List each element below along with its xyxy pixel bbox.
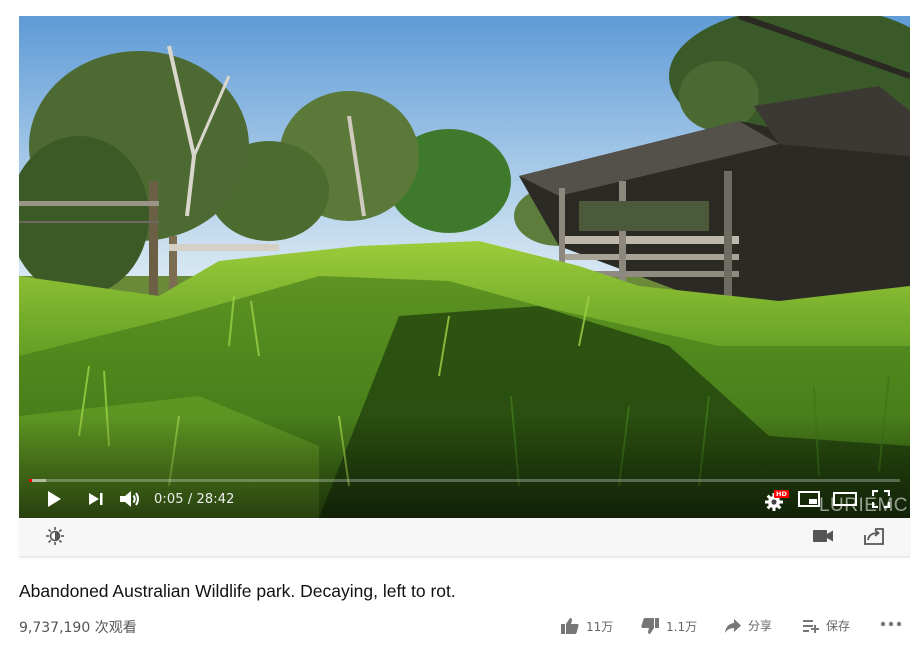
save-label: 保存 (826, 619, 851, 633)
player-toolbar (19, 518, 910, 557)
next-icon (88, 492, 104, 511)
volume-button[interactable] (118, 490, 142, 512)
play-button[interactable] (43, 490, 65, 512)
progress-bar[interactable] (29, 479, 900, 482)
video-camera-icon (812, 529, 834, 548)
more-actions-button[interactable] (880, 621, 902, 627)
share-arrow-icon (724, 618, 742, 634)
share-label: 分享 (748, 619, 773, 633)
dislike-count: 1.1万 (666, 619, 698, 634)
more-icon (880, 621, 902, 627)
duration: 28:42 (196, 492, 235, 507)
playlist-add-icon (802, 618, 820, 634)
time-display: 0:05 / 28:42 (154, 492, 235, 507)
current-time: 0:05 (154, 492, 184, 507)
volume-icon (119, 490, 141, 513)
miniplayer-icon (798, 490, 820, 512)
video-frame (19, 16, 910, 518)
dislike-button[interactable]: 1.1万 (640, 617, 697, 635)
video-player[interactable]: 0:05 / 28:42 HD LURIEMC (19, 16, 910, 518)
gear-icon: HD (764, 490, 789, 511)
thumbs-down-icon (640, 617, 660, 635)
brightness-icon (45, 526, 65, 551)
view-count: 9,737,190 次观看 (19, 620, 137, 636)
share-button[interactable]: 分享 (724, 617, 772, 634)
share-out-button[interactable] (862, 527, 886, 549)
hd-badge: HD (774, 490, 789, 498)
share-out-icon (863, 527, 885, 550)
video-title: Abandoned Australian Wildlife park. Deca… (19, 581, 456, 601)
camera-button[interactable] (811, 527, 835, 549)
like-count: 11万 (586, 619, 614, 634)
thumbs-up-icon (560, 617, 580, 635)
miniplayer-button[interactable] (797, 490, 821, 512)
progress-buffered (29, 479, 47, 482)
progress-played (29, 479, 32, 482)
next-button[interactable] (85, 490, 107, 512)
like-button[interactable]: 11万 (560, 617, 613, 635)
play-icon (46, 490, 62, 513)
channel-watermark: LURIEMC (818, 495, 908, 516)
brightness-button[interactable] (44, 526, 66, 551)
save-button[interactable]: 保存 (802, 617, 850, 634)
time-separator: / (187, 492, 193, 507)
settings-button[interactable]: HD (763, 490, 789, 512)
